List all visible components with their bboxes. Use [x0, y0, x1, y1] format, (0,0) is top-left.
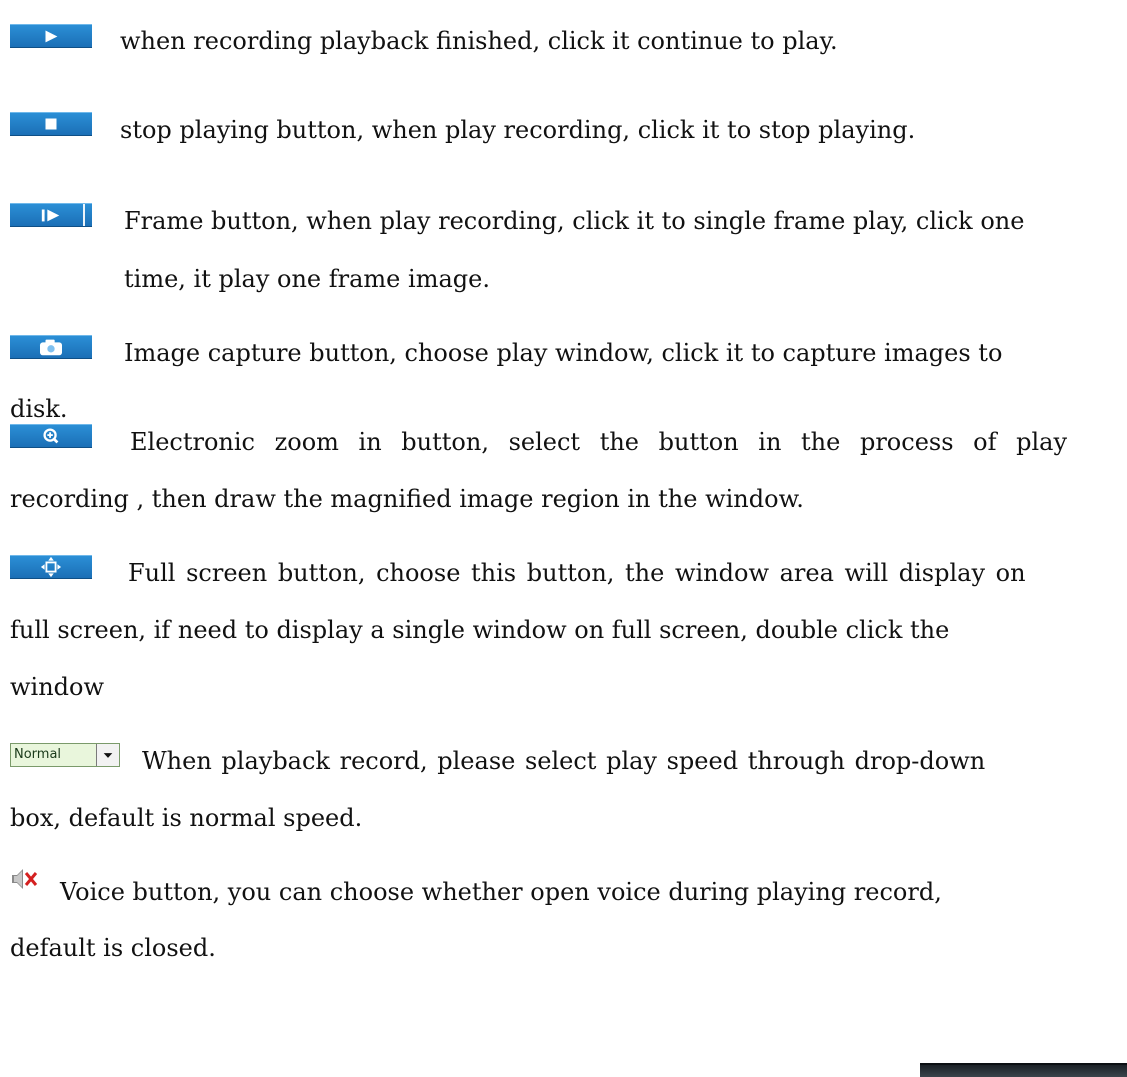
- fullscreen-description-line3: window: [10, 673, 105, 701]
- speed-description-line1: When playback record, please select play…: [142, 747, 986, 775]
- speaker-muted-icon: [12, 869, 38, 889]
- play-description: when recording playback finished, click …: [120, 27, 838, 55]
- stop-description: stop playing button, when play recording…: [120, 116, 916, 144]
- fullscreen-description-line1: Full screen button, choose this button, …: [128, 559, 1026, 587]
- voice-description-line2: default is closed.: [10, 934, 216, 962]
- frame-description-line2: time, it play one frame image.: [124, 265, 490, 293]
- frame-step-icon: [41, 204, 85, 226]
- stop-button[interactable]: [10, 112, 92, 136]
- fullscreen-button[interactable]: [10, 555, 92, 579]
- voice-button[interactable]: [10, 864, 40, 894]
- stop-icon: [45, 118, 57, 130]
- frame-description-line1: Frame button, when play recording, click…: [124, 207, 1025, 235]
- camera-icon: [40, 339, 62, 356]
- cropped-screenshot-edge: [920, 1063, 1127, 1077]
- play-speed-value: Normal: [14, 747, 62, 762]
- voice-description-line1: Voice button, you can choose whether ope…: [60, 878, 942, 906]
- capture-description-line1: Image capture button, choose play window…: [124, 339, 1003, 367]
- play-speed-select[interactable]: Normal: [10, 743, 120, 767]
- play-button[interactable]: [10, 24, 92, 48]
- speed-description-line2: box, default is normal speed.: [10, 804, 363, 832]
- frame-button[interactable]: [10, 203, 92, 227]
- zoom-description-line2: recording , then draw the magnified imag…: [10, 485, 804, 513]
- capture-button[interactable]: [10, 335, 92, 359]
- zoom-description-line1: Electronic zoom in button, select the bu…: [130, 428, 1068, 456]
- fullscreen-description-line2: full screen, if need to display a single…: [10, 616, 950, 644]
- dropdown-arrow-icon[interactable]: [96, 744, 119, 766]
- play-icon: [45, 30, 58, 43]
- zoom-in-icon: [43, 428, 59, 444]
- zoom-in-button[interactable]: [10, 424, 92, 448]
- fullscreen-icon: [40, 556, 62, 578]
